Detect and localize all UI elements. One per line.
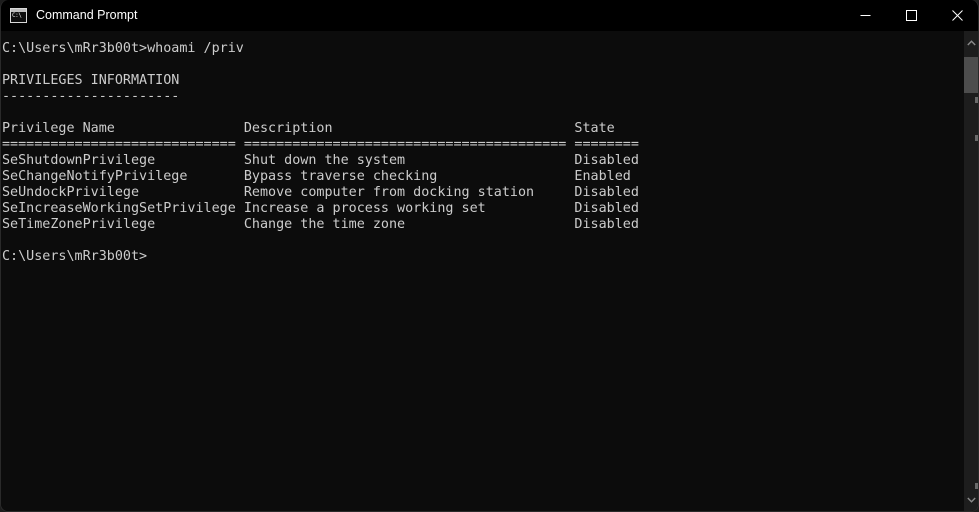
window-title: Command Prompt (36, 8, 138, 22)
chevron-down-icon[interactable] (964, 488, 978, 511)
scrollbar-track[interactable] (964, 31, 978, 511)
maximize-button[interactable] (888, 0, 934, 31)
terminal-output-area[interactable]: C:\Users\mRr3b00t>whoami /priv PRIVILEGE… (1, 31, 959, 511)
vertical-scrollbar[interactable] (957, 31, 978, 511)
title-bar[interactable]: C:\ Command Prompt (1, 0, 978, 31)
window-controls (842, 0, 978, 31)
scrollbar-edge-mark-mid (975, 135, 978, 141)
scrollbar-edge-mark-bottom (975, 483, 978, 489)
icon-prompt-glyph: C:\ (12, 12, 22, 19)
command-prompt-window: C:\ Command Prompt C:\Users\mRr3b00t>who… (0, 0, 979, 512)
scrollbar-thumb[interactable] (964, 57, 978, 93)
command-prompt-icon: C:\ (10, 8, 27, 23)
chevron-up-icon[interactable] (964, 31, 978, 55)
scrollbar-edge-mark-top (975, 97, 978, 103)
minimize-button[interactable] (842, 0, 888, 31)
console-text: C:\Users\mRr3b00t>whoami /priv PRIVILEGE… (2, 41, 639, 264)
close-button[interactable] (934, 0, 978, 31)
